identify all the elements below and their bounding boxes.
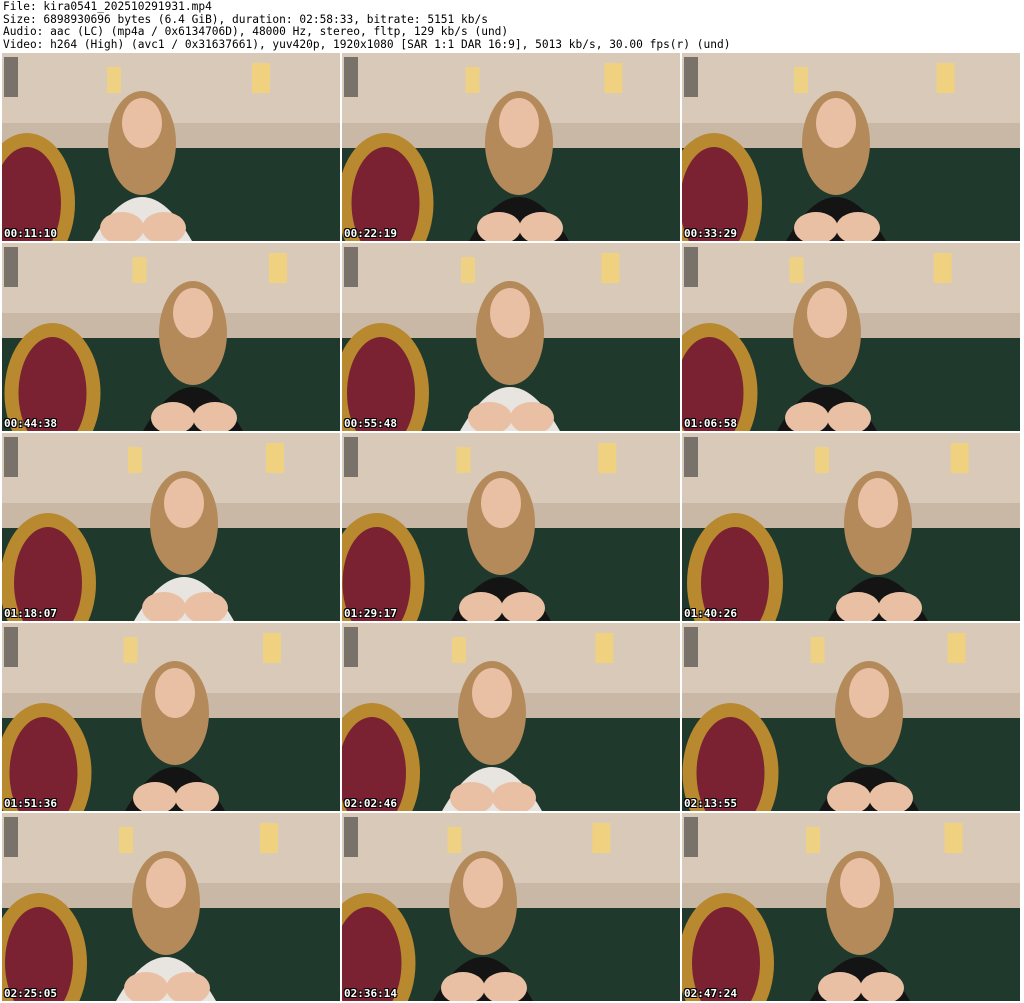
- video-thumbnail: 02:36:14: [342, 813, 680, 1001]
- thumbnail-grid: 00:11:10 00:22:19 00:33:29 00:44:38 00:55:48…: [2, 53, 1022, 1003]
- thumbnail-timestamp: 02:02:46: [344, 797, 397, 810]
- file-name-line: File: kira0541_202510291931.mp4: [3, 1, 212, 13]
- scene-image: [342, 243, 680, 431]
- scene-image: [2, 813, 340, 1001]
- video-thumbnail: 00:22:19: [342, 53, 680, 241]
- scene-image: [342, 813, 680, 1001]
- scene-image: [342, 623, 680, 811]
- thumbnail-timestamp: 01:18:07: [4, 607, 57, 620]
- thumbnail-timestamp: 02:25:05: [4, 987, 57, 1000]
- video-thumbnail: 01:18:07: [2, 433, 340, 621]
- video-thumbnail: 00:44:38: [2, 243, 340, 431]
- audio-info-line: Audio: aac (LC) (mp4a / 0x6134706D), 480…: [3, 26, 509, 39]
- scene-image: [2, 623, 340, 811]
- scene-image: [342, 433, 680, 621]
- scene-image: [2, 243, 340, 431]
- video-info-line: Video: h264 (High) (avc1 / 0x31637661), …: [3, 38, 731, 51]
- video-thumbnail: 01:29:17: [342, 433, 680, 621]
- video-thumbnail: 00:11:10: [2, 53, 340, 241]
- file-info-header: File: kira0541_202510291931.mp4 Size: 68…: [3, 1, 1021, 53]
- scene-image: [2, 53, 340, 241]
- video-thumbnail: 02:25:05: [2, 813, 340, 1001]
- thumbnail-timestamp: 00:11:10: [4, 227, 57, 240]
- scene-image: [682, 623, 1020, 811]
- video-thumbnail: 01:06:58: [682, 243, 1020, 431]
- thumbnail-timestamp: 01:06:58: [684, 417, 737, 430]
- video-thumbnail: 02:02:46: [342, 623, 680, 811]
- video-thumbnail: 00:33:29: [682, 53, 1020, 241]
- video-thumbnail: 02:47:24: [682, 813, 1020, 1001]
- thumbnail-timestamp: 01:40:26: [684, 607, 737, 620]
- scene-image: [2, 433, 340, 621]
- scene-image: [682, 813, 1020, 1001]
- thumbnail-timestamp: 01:29:17: [344, 607, 397, 620]
- thumbnail-timestamp: 00:22:19: [344, 227, 397, 240]
- video-thumbnail: 00:55:48: [342, 243, 680, 431]
- scene-image: [682, 53, 1020, 241]
- thumbnail-timestamp: 01:51:36: [4, 797, 57, 810]
- file-size-line: Size: 6898930696 bytes (6.4 GiB), durati…: [3, 13, 488, 26]
- scene-image: [682, 243, 1020, 431]
- scene-image: [342, 53, 680, 241]
- video-thumbnail: 02:13:55: [682, 623, 1020, 811]
- thumbnail-timestamp: 00:55:48: [344, 417, 397, 430]
- thumbnail-timestamp: 02:36:14: [344, 987, 397, 1000]
- thumbnail-timestamp: 02:13:55: [684, 797, 737, 810]
- video-thumbnail: 01:40:26: [682, 433, 1020, 621]
- video-thumbnail: 01:51:36: [2, 623, 340, 811]
- thumbnail-timestamp: 00:44:38: [4, 417, 57, 430]
- thumbnail-timestamp: 02:47:24: [684, 987, 737, 1000]
- thumbnail-timestamp: 00:33:29: [684, 227, 737, 240]
- scene-image: [682, 433, 1020, 621]
